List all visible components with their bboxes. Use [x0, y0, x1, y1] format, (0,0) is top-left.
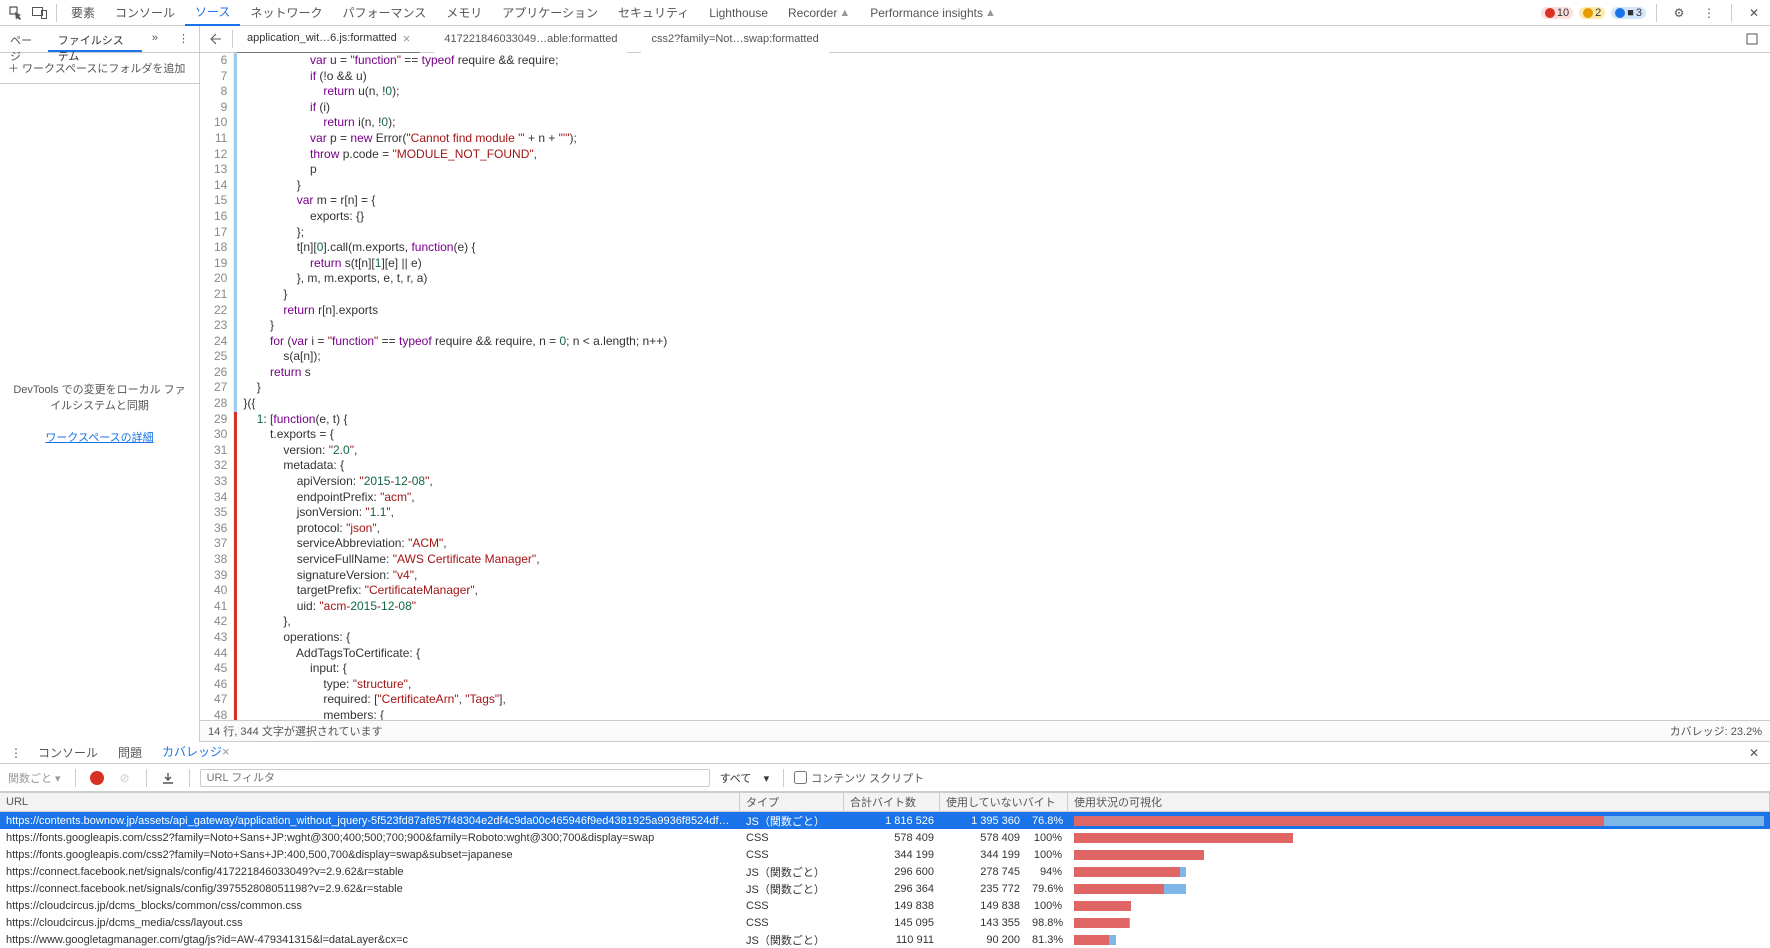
- sidebar-more[interactable]: »: [142, 26, 168, 52]
- show-nav-icon[interactable]: [204, 27, 228, 51]
- panel-tab-1[interactable]: コンソール: [105, 0, 185, 26]
- sidebar-kebab-icon[interactable]: ⋮: [168, 26, 199, 52]
- drawer-kebab-icon[interactable]: ⋮: [4, 741, 28, 765]
- panel-tab-4[interactable]: パフォーマンス: [332, 0, 436, 26]
- coverage-toolbar: 関数ごと ▾ ⊘ すべて ▾ コンテンツ スクリプト: [0, 764, 1770, 792]
- drawer-tab-0[interactable]: コンソール: [28, 740, 108, 766]
- coverage-row[interactable]: https://fonts.googleapis.com/css2?family…: [0, 846, 1770, 863]
- sidebar-tab-1[interactable]: ファイルシステム: [48, 26, 142, 52]
- panel-tab-0[interactable]: 要素: [61, 0, 105, 26]
- close-icon[interactable]: ✕: [1742, 1, 1766, 25]
- line-gutter: 6789101112131415161718192021222324252627…: [200, 53, 234, 720]
- coverage-status: カバレッジ: 23.2%: [1670, 723, 1762, 739]
- coverage-row[interactable]: https://fonts.googleapis.com/css2?family…: [0, 829, 1770, 846]
- coverage-rows: https://contents.bownow.jp/assets/api_ga…: [0, 812, 1770, 948]
- col-type[interactable]: タイプ: [740, 791, 844, 813]
- export-button[interactable]: [157, 767, 179, 789]
- drawer-tab-close-icon[interactable]: ×: [222, 744, 230, 759]
- file-tabs: application_wit…6.js:formatted× 417221846…: [200, 26, 1770, 53]
- file-tab-1[interactable]: 417221846033049…able:formatted: [434, 26, 627, 54]
- panel-tab-3[interactable]: ネットワーク: [240, 0, 332, 26]
- file-tab-close-icon[interactable]: ×: [403, 31, 411, 46]
- col-unused[interactable]: 使用していないバイト: [940, 791, 1068, 813]
- coverage-row[interactable]: https://connect.facebook.net/signals/con…: [0, 880, 1770, 897]
- code-content[interactable]: var u = "function" == typeof require && …: [234, 53, 667, 720]
- col-total[interactable]: 合計バイト数: [844, 791, 940, 813]
- coverage-header: URL タイプ 合計バイト数 使用していないバイト 使用状況の可視化: [0, 792, 1770, 812]
- url-filter-input[interactable]: [200, 769, 710, 787]
- code-editor[interactable]: 6789101112131415161718192021222324252627…: [200, 53, 1770, 720]
- coverage-row[interactable]: https://www.googletagmanager.com/gtag/js…: [0, 931, 1770, 948]
- record-button[interactable]: [86, 767, 108, 789]
- file-tab-0[interactable]: application_wit…6.js:formatted×: [237, 26, 420, 54]
- selection-status: 14 行, 344 文字が選択されています: [208, 723, 382, 739]
- workspace-learn-more-link[interactable]: ワークスペースの詳細: [45, 429, 153, 445]
- panel-tab-6[interactable]: アプリケーション: [492, 0, 608, 26]
- drawer-tabs: ⋮ コンソール問題カバレッジ × ✕: [0, 742, 1770, 764]
- col-url[interactable]: URL: [0, 793, 740, 811]
- type-filter-select[interactable]: すべて ▾: [716, 768, 774, 788]
- panel-tab-5[interactable]: メモリ: [436, 0, 492, 26]
- warning-count[interactable]: 2: [1579, 7, 1605, 19]
- drawer-close-icon[interactable]: ✕: [1742, 741, 1766, 765]
- content-script-checkbox[interactable]: コンテンツ スクリプト: [794, 770, 924, 786]
- drawer-tab-2[interactable]: カバレッジ ×: [152, 740, 240, 766]
- sidebar-tab-0[interactable]: ページ: [0, 26, 48, 52]
- message-count[interactable]: ■3: [1611, 7, 1646, 19]
- workspace-sync-text: DevTools での変更をローカル ファイルシステムと同期: [12, 382, 187, 415]
- device-icon[interactable]: [28, 1, 52, 25]
- add-workspace-button[interactable]: ＋ ワークスペースにフォルダを追加: [0, 53, 199, 84]
- maximize-icon[interactable]: [1740, 27, 1764, 51]
- coverage-row[interactable]: https://cloudcircus.jp/dcms_blocks/commo…: [0, 897, 1770, 914]
- panel-tab-8[interactable]: Lighthouse: [699, 0, 778, 26]
- error-count[interactable]: 10: [1541, 7, 1573, 19]
- panel-tab-10[interactable]: Performance insights ▲: [860, 0, 1006, 26]
- settings-icon[interactable]: ⚙: [1667, 1, 1691, 25]
- editor-statusbar: 14 行, 344 文字が選択されています カバレッジ: 23.2%: [200, 720, 1770, 742]
- main-toolbar: 要素コンソールソースネットワークパフォーマンスメモリアプリケーションセキュリティ…: [0, 0, 1770, 26]
- panel-tab-2[interactable]: ソース: [185, 0, 240, 26]
- inspect-icon[interactable]: [4, 1, 28, 25]
- panel-tabs: 要素コンソールソースネットワークパフォーマンスメモリアプリケーションセキュリティ…: [61, 0, 1006, 26]
- granularity-select[interactable]: 関数ごと ▾: [4, 768, 65, 788]
- panel-tab-7[interactable]: セキュリティ: [608, 0, 699, 26]
- panel-tab-9[interactable]: Recorder ▲: [778, 0, 860, 26]
- coverage-row[interactable]: https://connect.facebook.net/signals/con…: [0, 863, 1770, 880]
- coverage-row[interactable]: https://contents.bownow.jp/assets/api_ga…: [0, 812, 1770, 829]
- coverage-row[interactable]: https://cloudcircus.jp/dcms_media/css/la…: [0, 914, 1770, 931]
- kebab-icon[interactable]: ⋮: [1697, 1, 1721, 25]
- drawer-tab-1[interactable]: 問題: [108, 740, 152, 766]
- clear-button[interactable]: ⊘: [114, 767, 136, 789]
- col-viz[interactable]: 使用状況の可視化: [1068, 791, 1770, 813]
- file-tab-2[interactable]: css2?family=Not…swap:formatted: [641, 26, 828, 54]
- navigator-sidebar: ページファイルシステム » ⋮ ＋ ワークスペースにフォルダを追加 DevToo…: [0, 26, 200, 742]
